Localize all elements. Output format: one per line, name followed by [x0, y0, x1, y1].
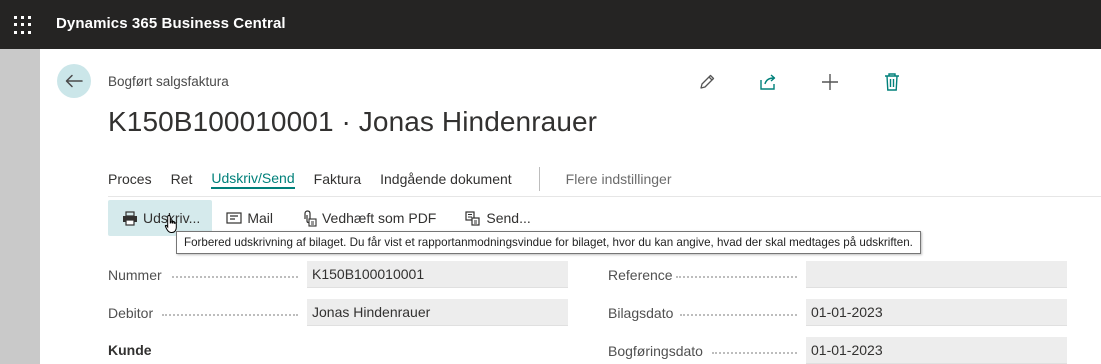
mail-button-label: Mail: [247, 210, 273, 226]
field-label-bilagsdato: Bilagsdato: [608, 305, 674, 321]
edit-icon[interactable]: [697, 72, 717, 92]
tab-ret[interactable]: Ret: [171, 171, 193, 187]
section-kunde: Kunde: [108, 342, 152, 358]
leader-dots: [712, 352, 797, 354]
breadcrumb: Bogført salgsfaktura: [108, 74, 229, 89]
reference-field[interactable]: [806, 261, 1067, 288]
field-label-reference: Reference: [608, 267, 673, 283]
share-icon[interactable]: [758, 72, 778, 92]
arrow-left-icon: [65, 74, 83, 88]
delete-icon[interactable]: [882, 72, 902, 92]
tab-udskriv-send[interactable]: Udskriv/Send: [211, 170, 295, 189]
more-options-button[interactable]: Flere indstillinger: [566, 171, 672, 187]
bogforingsdato-field[interactable]: 01-01-2023: [806, 337, 1067, 364]
printer-icon: [122, 210, 138, 226]
app-launcher-icon[interactable]: [14, 16, 32, 34]
print-tooltip: Forbered udskrivning af bilaget. Du får …: [176, 231, 921, 254]
add-icon[interactable]: [820, 72, 840, 92]
back-button[interactable]: [57, 64, 91, 98]
send-icon: [464, 210, 481, 227]
field-label-debitor: Debitor: [108, 305, 154, 321]
debitor-field[interactable]: Jonas Hindenrauer: [307, 299, 568, 326]
background-panel: [0, 49, 40, 364]
bilagsdato-field[interactable]: 01-01-2023: [806, 299, 1067, 326]
tab-indgaaende-dokument[interactable]: Indgående dokument: [380, 171, 512, 187]
tab-faktura[interactable]: Faktura: [314, 171, 361, 187]
attach-pdf-button-label: Vedhæft som PDF: [321, 210, 437, 226]
tab-proces[interactable]: Proces: [108, 171, 152, 187]
subbar-divider: [108, 196, 1101, 197]
leader-dots: [162, 314, 298, 316]
leader-dots: [172, 276, 298, 278]
leader-dots: [676, 276, 797, 278]
field-label-nummer: Nummer: [108, 267, 162, 283]
leader-dots: [680, 314, 797, 316]
action-bar: Proces Ret Udskriv/Send Faktura Indgåend…: [108, 167, 691, 191]
send-button-label: Send...: [486, 210, 531, 226]
app-header: Dynamics 365 Business Central: [0, 0, 1101, 49]
attach-pdf-icon: [301, 209, 317, 227]
nav-divider: [538, 167, 540, 191]
mail-icon: [226, 212, 242, 224]
page-title: K150B100010001 · Jonas Hindenrauer: [108, 106, 598, 137]
nummer-field[interactable]: K150B100010001: [307, 261, 568, 288]
field-label-bogforingsdato: Bogføringsdato: [608, 343, 703, 359]
app-title[interactable]: Dynamics 365 Business Central: [56, 15, 286, 32]
